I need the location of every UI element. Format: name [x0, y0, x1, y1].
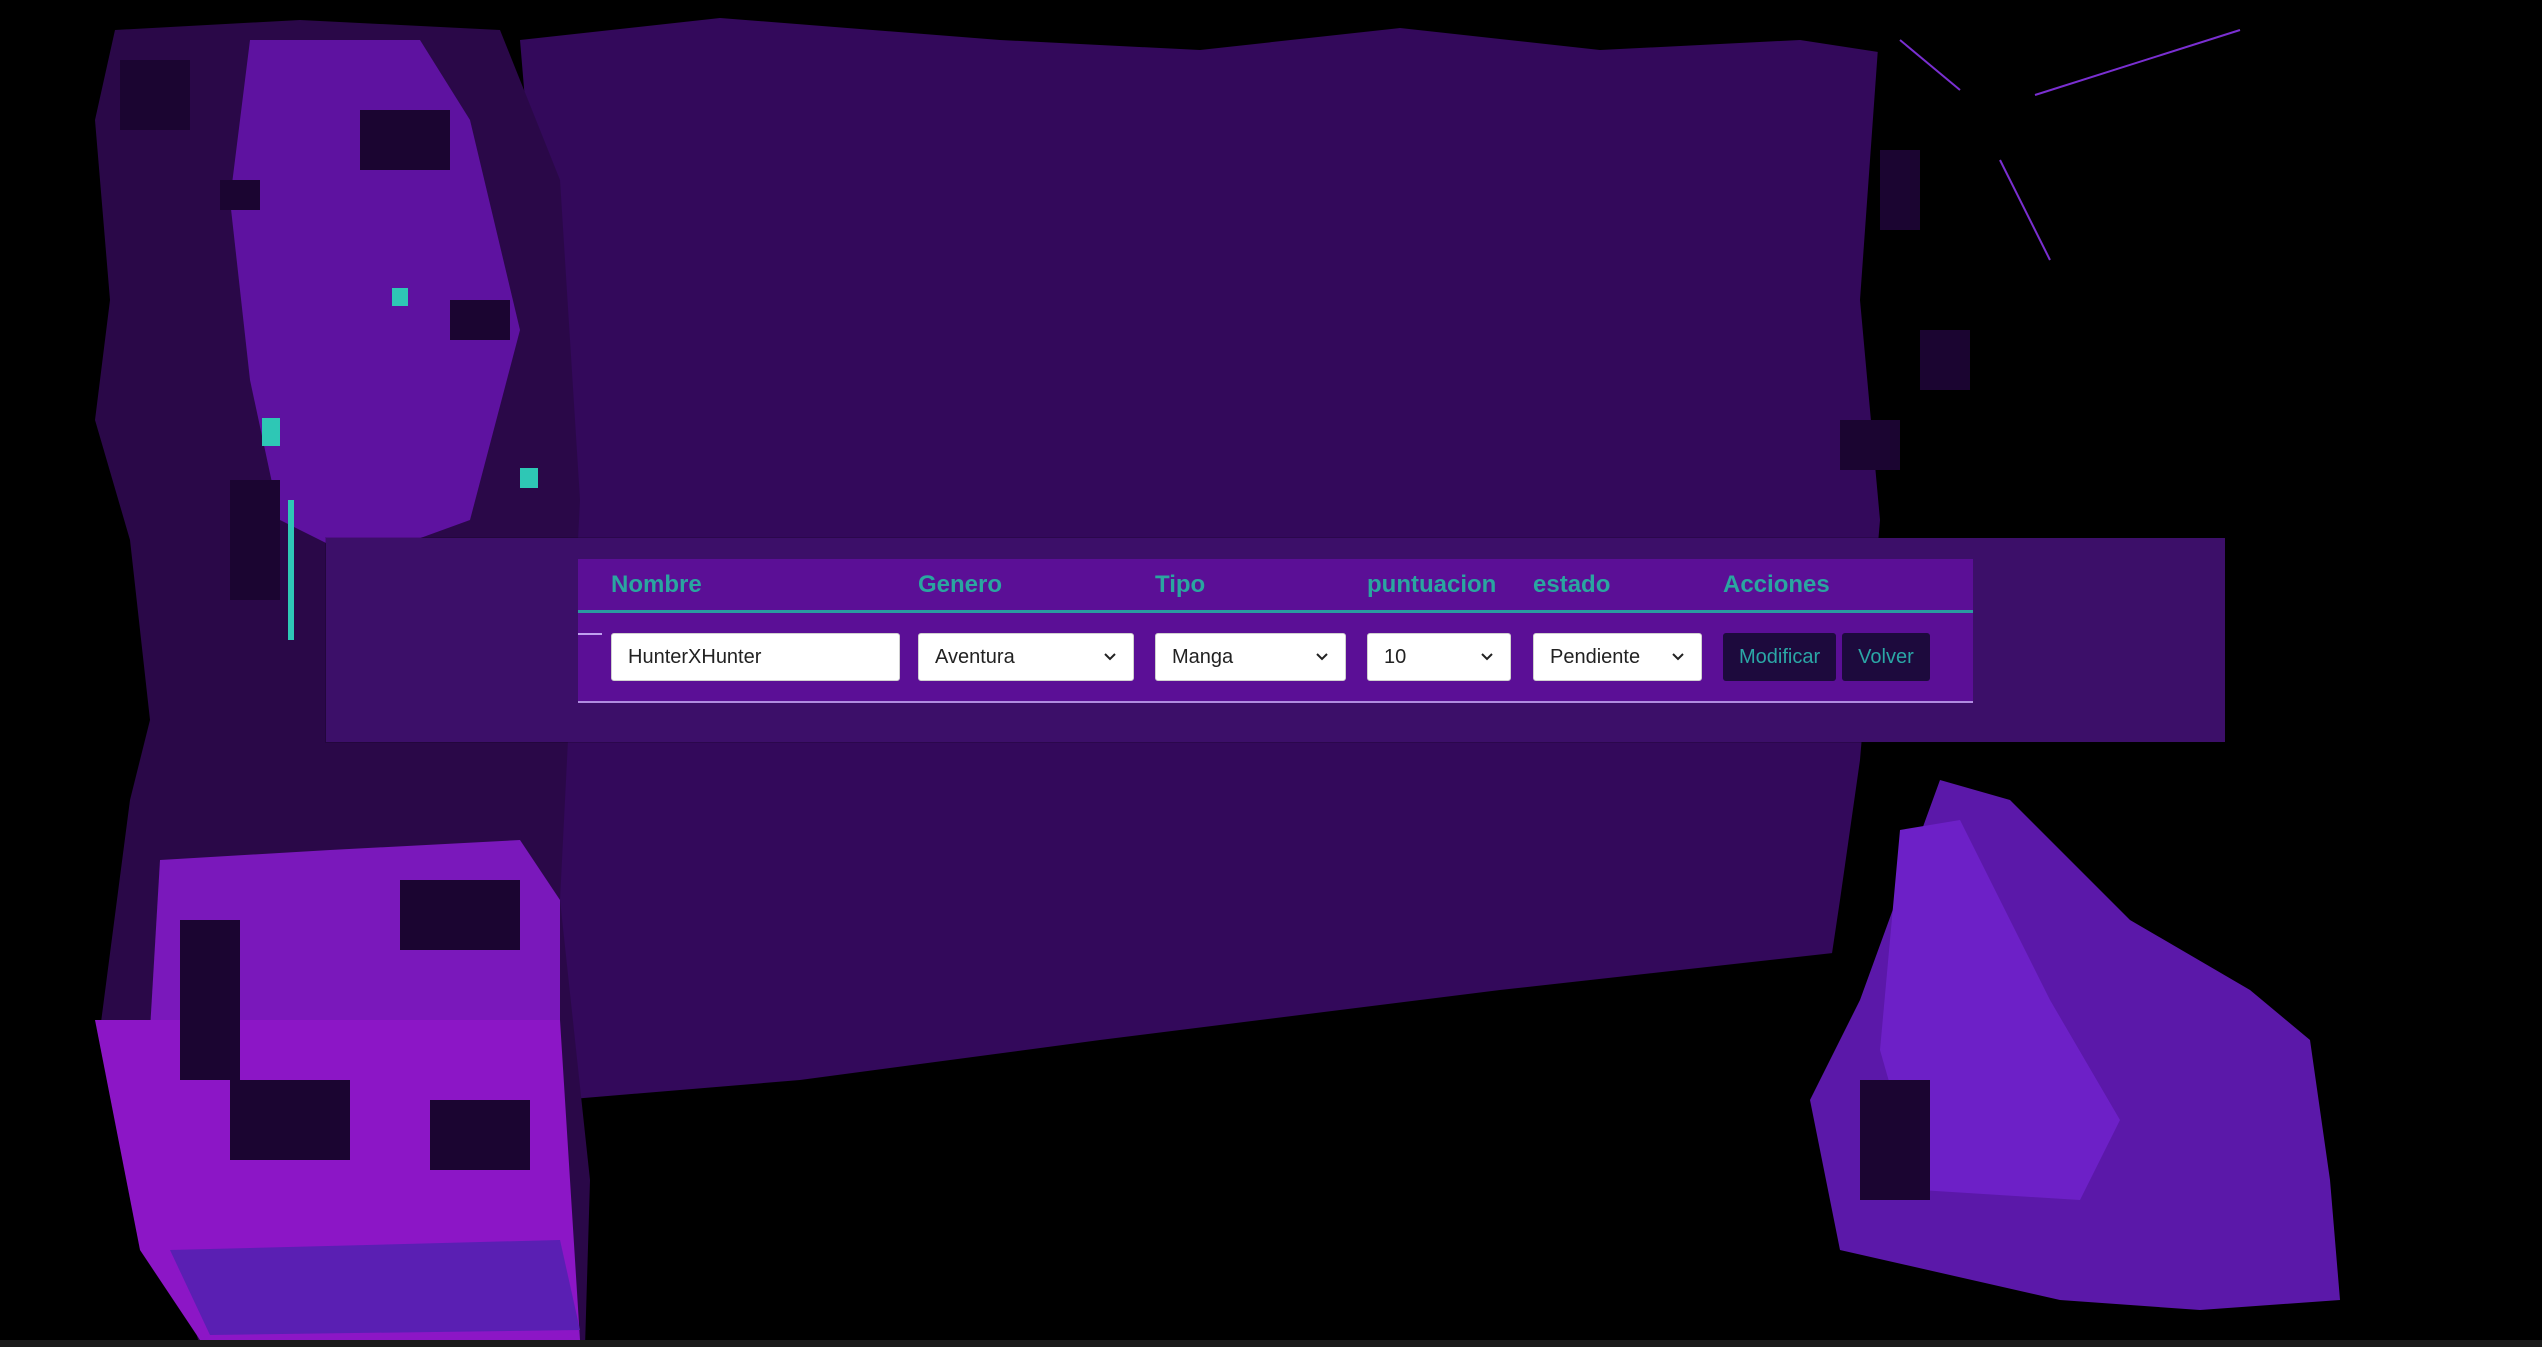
cell-puntuacion: 10: [1367, 611, 1533, 703]
estado-select-value: Pendiente: [1550, 646, 1641, 668]
cell-genero: Aventura: [918, 611, 1155, 703]
tipo-select[interactable]: Manga: [1155, 633, 1346, 681]
bottom-strip: [0, 1340, 2542, 1347]
header-tipo: Tipo: [1155, 559, 1367, 613]
cell-estado: Pendiente: [1533, 611, 1723, 703]
cell-tipo: Manga: [1155, 611, 1367, 703]
cell-acciones: Modificar Volver: [1723, 611, 1973, 703]
row-divider-mark: [578, 633, 602, 635]
table-row: HunterXHunter Aventura Manga 10 Pendient…: [578, 611, 1973, 703]
header-acciones: Acciones: [1723, 559, 1973, 613]
header-puntuacion: puntuacion: [1367, 559, 1533, 613]
puntuacion-select-value: 10: [1384, 646, 1407, 668]
chevron-down-icon: [1104, 653, 1116, 661]
chevron-down-icon: [1672, 653, 1684, 661]
header-nombre: Nombre: [578, 559, 918, 613]
nombre-input-value: HunterXHunter: [628, 646, 762, 668]
back-button[interactable]: Volver: [1842, 633, 1930, 681]
chevron-down-icon: [1316, 653, 1328, 661]
left-building-floor: [170, 1240, 580, 1335]
genero-select[interactable]: Aventura: [918, 633, 1134, 681]
edit-table: Nombre Genero Tipo puntuacion estado Acc…: [578, 559, 1973, 703]
nombre-input[interactable]: HunterXHunter: [611, 633, 900, 681]
tipo-select-value: Manga: [1172, 646, 1234, 668]
puntuacion-select[interactable]: 10: [1367, 633, 1511, 681]
cell-nombre: HunterXHunter: [578, 611, 918, 703]
chevron-down-icon: [1481, 653, 1493, 661]
table-header-row: Nombre Genero Tipo puntuacion estado Acc…: [578, 559, 1973, 613]
header-genero: Genero: [918, 559, 1155, 613]
modify-button[interactable]: Modificar: [1723, 633, 1837, 681]
header-estado: estado: [1533, 559, 1723, 613]
genero-select-value: Aventura: [935, 646, 1015, 668]
estado-select[interactable]: Pendiente: [1533, 633, 1702, 681]
